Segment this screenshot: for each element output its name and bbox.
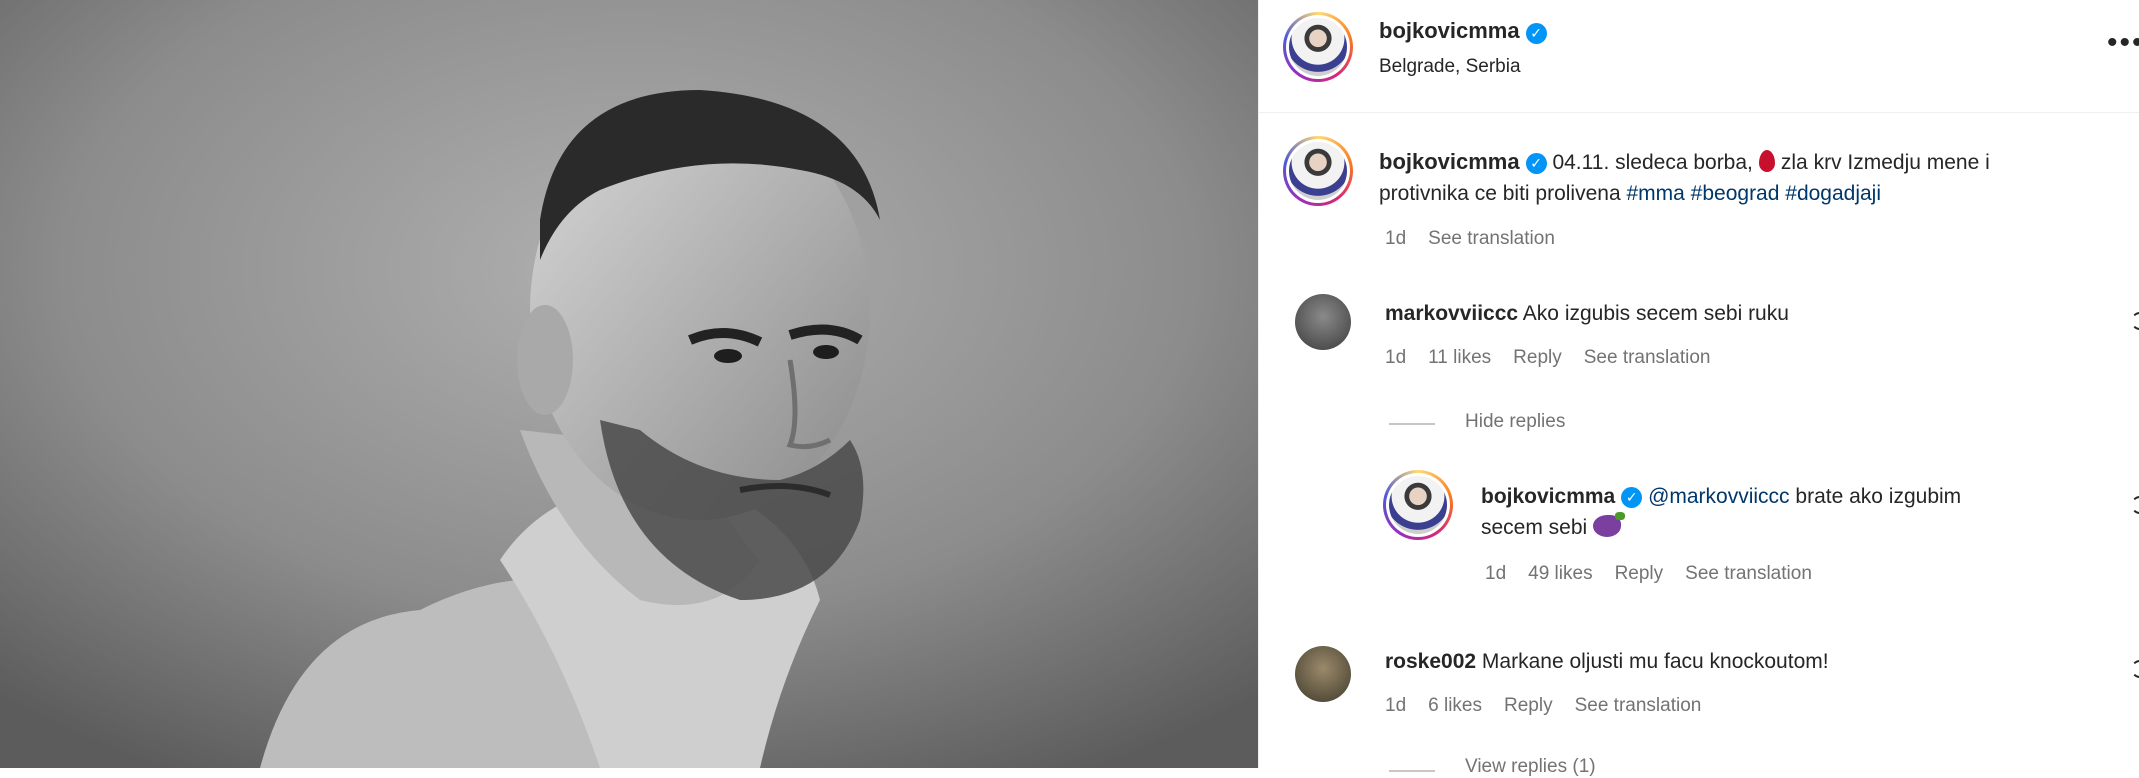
replies-line-icon [1389, 423, 1435, 425]
post-image [0, 0, 1258, 768]
comment-username[interactable]: roske002 [1385, 650, 1476, 673]
reply-button[interactable]: Reply [1504, 695, 1553, 716]
comment-avatar[interactable] [1295, 294, 1351, 350]
reply-avatar[interactable] [1383, 470, 1453, 540]
caption-meta: 1d See translation [1385, 228, 1577, 250]
like-heart-icon[interactable] [2131, 312, 2139, 330]
caption-text-before: 04.11. sledeca borba, [1552, 151, 1753, 174]
reply-likes[interactable]: 49 likes [1528, 563, 1592, 584]
reply-time[interactable]: 1d [1485, 563, 1506, 584]
header-username[interactable]: bojkovicmma [1379, 18, 1520, 43]
comment-text: roske002 Markane oljusti mu facu knockou… [1385, 646, 1829, 677]
comment-text: markovviiccc Ako izgubis secem sebi ruku [1385, 298, 1789, 329]
reply-username[interactable]: bojkovicmma [1481, 485, 1615, 508]
post-photo[interactable] [0, 0, 1258, 768]
caption-line2: protivnika ce biti prolivena [1379, 182, 1621, 205]
reply-button[interactable]: Reply [1615, 563, 1664, 584]
author-avatar[interactable] [1283, 12, 1353, 82]
hashtag-mma[interactable]: #mma [1626, 182, 1684, 205]
reply-mention[interactable]: @markovviiccc [1648, 485, 1790, 508]
comment-time[interactable]: 1d [1385, 695, 1406, 716]
comment-likes[interactable]: 11 likes [1428, 347, 1491, 368]
comment-meta: 1d 6 likes Reply See translation [1385, 695, 1723, 717]
blood-drop-icon [1758, 150, 1775, 172]
comment-username[interactable]: markovviiccc [1385, 302, 1518, 325]
header-location[interactable]: Belgrade, Serbia [1379, 56, 1521, 78]
reply-meta: 1d 49 likes Reply See translation [1485, 563, 1834, 585]
comment-likes[interactable]: 6 likes [1428, 695, 1482, 716]
caption-text-after: zla krv Izmedju mene i [1780, 151, 1990, 174]
reply-body-line2: secem sebi [1481, 516, 1588, 539]
more-options-icon[interactable]: ••• [2107, 26, 2139, 60]
reply-text: bojkovicmma ✓ @markovviiccc brate ako izg… [1481, 481, 2101, 543]
replies-line-icon [1389, 770, 1435, 772]
hashtag-dogadjaji[interactable]: #dogadjaji [1785, 182, 1881, 205]
verified-badge-icon: ✓ [1621, 486, 1643, 508]
verified-badge-icon: ✓ [1525, 23, 1547, 45]
hashtag-beograd[interactable]: #beograd [1691, 182, 1780, 205]
like-heart-icon[interactable] [2131, 496, 2139, 514]
see-translation-button[interactable]: See translation [1575, 695, 1702, 716]
comment-body: Markane oljusti mu facu knockoutom! [1481, 650, 1829, 673]
see-translation-button[interactable]: See translation [1685, 563, 1812, 584]
reply-body-line1: brate ako izgubim [1795, 485, 1962, 508]
like-heart-icon[interactable] [2131, 660, 2139, 678]
caption-time[interactable]: 1d [1385, 228, 1406, 249]
eggplant-icon [1593, 512, 1626, 537]
comment-body: Ako izgubis secem sebi ruku [1522, 302, 1789, 325]
view-replies-button[interactable]: View replies (1) [1465, 756, 1596, 778]
comments-panel: bojkovicmma✓ Belgrade, Serbia ••• bojkov… [1258, 0, 2139, 777]
caption-text: bojkovicmma ✓ 04.11. sledeca borba, zla kr… [1379, 146, 2109, 209]
reply-button[interactable]: Reply [1513, 347, 1562, 368]
post-header: bojkovicmma✓ Belgrade, Serbia ••• [1259, 0, 2139, 113]
comment-time[interactable]: 1d [1385, 347, 1406, 368]
caption-username[interactable]: bojkovicmma [1379, 149, 1520, 174]
see-translation-button[interactable]: See translation [1428, 228, 1555, 249]
verified-badge-icon: ✓ [1525, 152, 1547, 174]
hide-replies-button[interactable]: Hide replies [1465, 411, 1565, 433]
comment-avatar[interactable] [1295, 646, 1351, 702]
see-translation-button[interactable]: See translation [1584, 347, 1711, 368]
caption-avatar[interactable] [1283, 136, 1353, 206]
comment-meta: 1d 11 likes Reply See translation [1385, 347, 1732, 369]
